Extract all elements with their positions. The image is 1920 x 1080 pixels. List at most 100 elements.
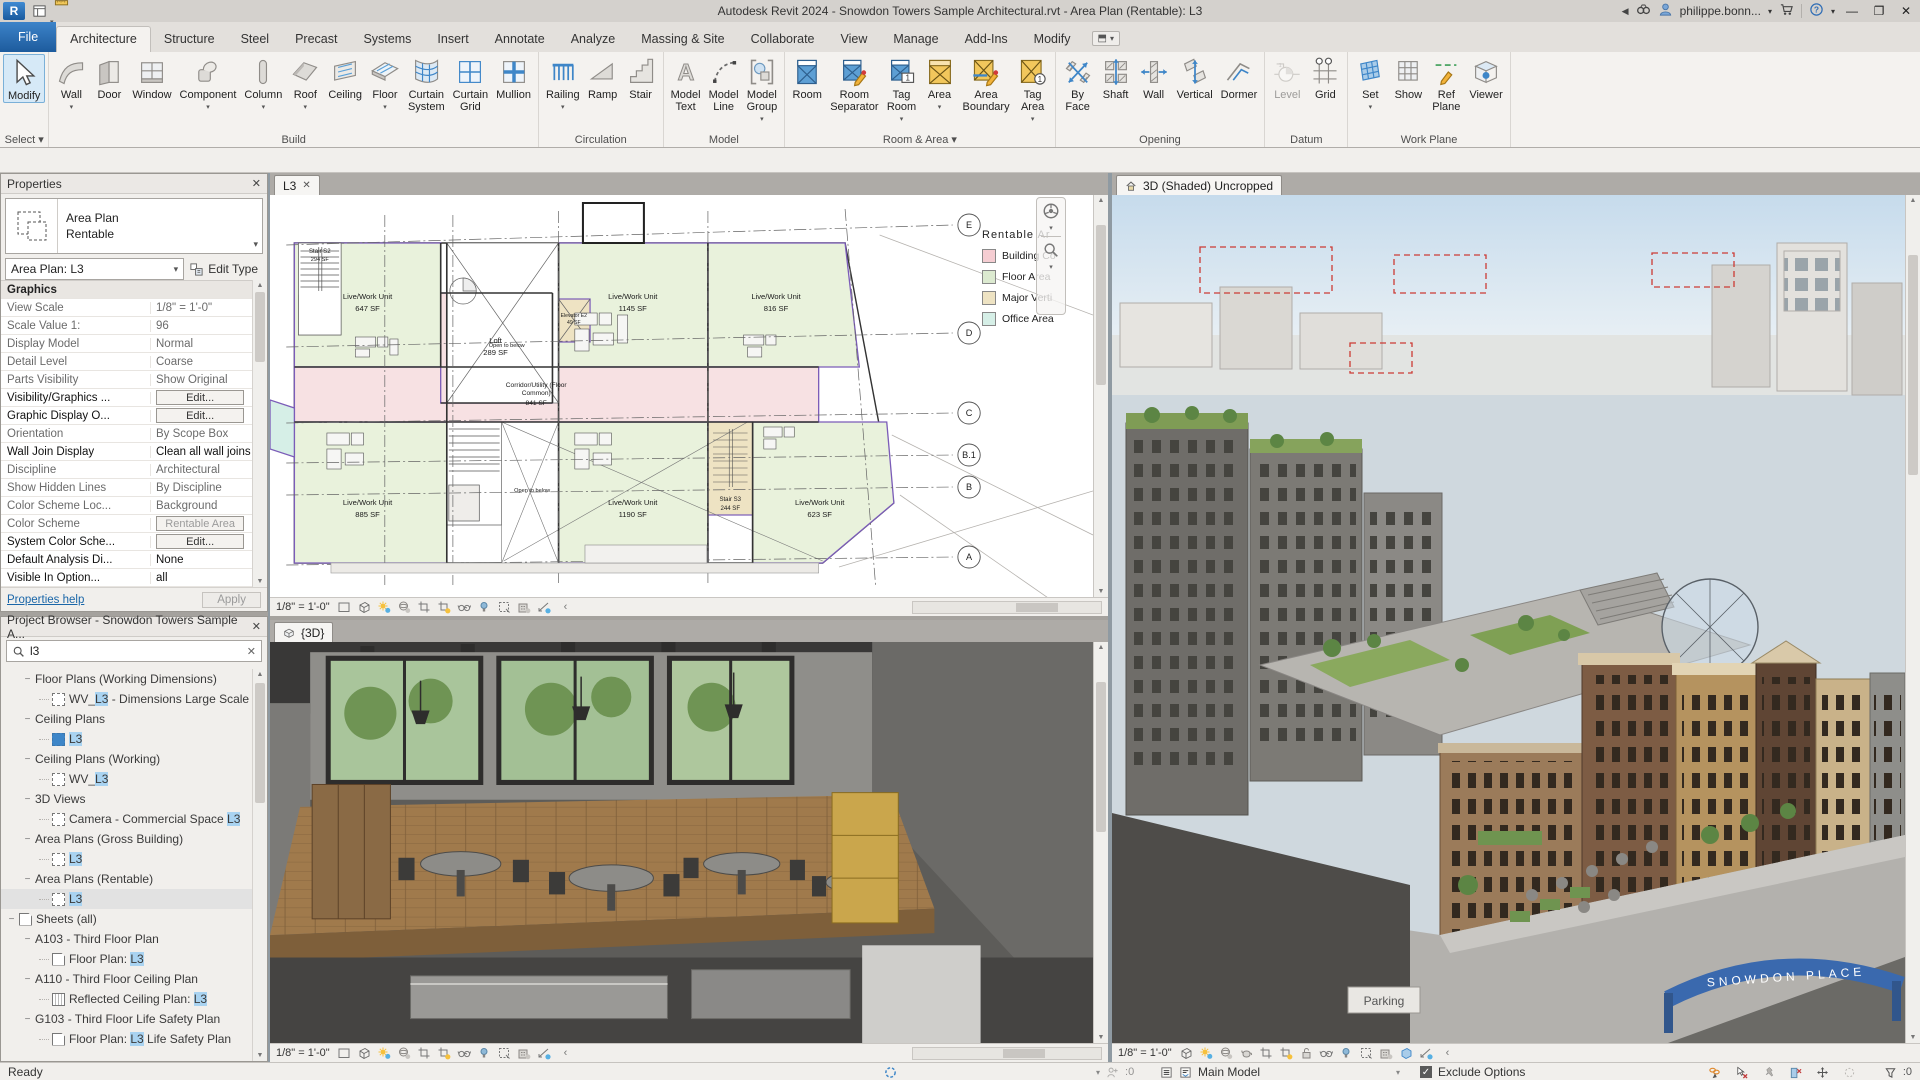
design-option-chevron[interactable]: ▾ xyxy=(1396,1063,1400,1080)
search-icon[interactable] xyxy=(1636,2,1651,20)
visual-style-icon[interactable] xyxy=(357,1046,371,1060)
crop-view-icon[interactable] xyxy=(417,1046,431,1060)
reveal-hidden-icon[interactable] xyxy=(457,1046,471,1060)
dropdown-chevron-icon[interactable]: ▾ xyxy=(383,102,387,114)
camera-view-tab[interactable]: {3D} xyxy=(274,622,334,642)
move-cursor-icon[interactable] xyxy=(1816,1066,1829,1079)
ribbon-tab-add-ins[interactable]: Add-Ins xyxy=(952,27,1021,52)
ribbon-tab-structure[interactable]: Structure xyxy=(151,27,228,52)
property-row[interactable]: Display Model Normal xyxy=(1,335,252,353)
model-line-button[interactable]: Model Line xyxy=(705,54,743,113)
dashed-circle-icon[interactable] xyxy=(1843,1066,1856,1079)
shaft-button[interactable]: Shaft xyxy=(1097,54,1135,101)
tree-collapse-icon[interactable]: − xyxy=(23,794,32,805)
tree-view-item[interactable]: WV_L3 - Dimensions Large Scale xyxy=(1,689,252,709)
browser-scrollbar[interactable]: ▲ ▼ xyxy=(252,669,267,1061)
displace-elements-icon[interactable] xyxy=(1419,1046,1433,1060)
shadows-toggle-icon[interactable] xyxy=(397,600,411,614)
vertical-button[interactable]: Vertical xyxy=(1173,54,1217,101)
ribbon-tab-annotate[interactable]: Annotate xyxy=(482,27,558,52)
property-group-graphics[interactable]: Graphics xyxy=(1,281,252,299)
area-button[interactable]: Area ▾ xyxy=(921,54,959,114)
tag-room-button[interactable]: 1 Tag Room ▾ xyxy=(883,54,921,126)
property-value[interactable]: None xyxy=(151,554,252,566)
panel-label[interactable]: Room & Area ▾ xyxy=(785,133,1054,146)
shaded-vertical-scrollbar[interactable]: ▲ ▼ xyxy=(1905,195,1920,1043)
property-row[interactable]: Color Scheme Rentable Area xyxy=(1,515,252,533)
curtain-grid-button[interactable]: Curtain Grid xyxy=(449,54,492,113)
chain-select-icon[interactable] xyxy=(1708,1066,1721,1079)
worksets-group[interactable]: ▾ :0 xyxy=(1096,1063,1134,1080)
displace-elements-icon[interactable] xyxy=(537,600,551,614)
tree-view-item[interactable]: L3 xyxy=(1,729,252,749)
property-row[interactable]: Orientation By Scope Box xyxy=(1,425,252,443)
panel-label[interactable]: Opening xyxy=(1056,134,1265,146)
ribbon-tab-modify[interactable]: Modify xyxy=(1021,27,1084,52)
tree-category[interactable]: −3D Views xyxy=(1,789,252,809)
tree-category[interactable]: − Area Plans (Rentable) xyxy=(1,869,252,889)
ribbon-tab-precast[interactable]: Precast xyxy=(282,27,350,52)
tree-collapse-icon[interactable]: − xyxy=(23,834,32,845)
room-button[interactable]: Room xyxy=(788,54,826,101)
left-splitter[interactable] xyxy=(268,173,270,1062)
tree-view-item[interactable]: Floor Plan: L3 Life Safety Plan xyxy=(1,1029,252,1049)
model-text-button[interactable]: A Model Text xyxy=(667,54,705,113)
wall-button[interactable]: Wall ▾ xyxy=(52,54,90,114)
selection-box-icon[interactable] xyxy=(497,600,511,614)
panel-label[interactable]: Model xyxy=(664,134,785,146)
help-menu-chevron[interactable]: ▾ xyxy=(1831,7,1835,16)
door-unselect-icon[interactable] xyxy=(1789,1066,1802,1079)
plan-tab-close-icon[interactable]: ✕ xyxy=(302,180,310,191)
crop-view-icon[interactable] xyxy=(417,600,431,614)
property-row[interactable]: Default Analysis Di... None xyxy=(1,551,252,569)
tree-view-item[interactable]: Floor Plan: L3 xyxy=(1,949,252,969)
property-row[interactable]: Parts Visibility Show Original xyxy=(1,371,252,389)
property-row[interactable]: Color Scheme Loc... Background xyxy=(1,497,252,515)
status-mini-icons[interactable] xyxy=(884,1063,897,1080)
modify-button[interactable]: Modify xyxy=(3,54,46,103)
tree-collapse-icon[interactable]: − xyxy=(23,874,32,885)
panel-label[interactable]: Work Plane xyxy=(1348,134,1509,146)
exclude-options-checkbox[interactable]: ✓ xyxy=(1420,1066,1432,1078)
dropdown-chevron-icon[interactable]: ▾ xyxy=(760,114,764,126)
panel-label[interactable]: Select ▾ xyxy=(0,133,48,146)
signed-in-user[interactable]: philippe.bonn... xyxy=(1680,4,1761,18)
revit-logo-icon[interactable]: R xyxy=(3,2,25,20)
scroll-left-chevron[interactable]: ‹ xyxy=(564,601,568,613)
shaded-canvas[interactable]: Parking SNOWDON PLACE xyxy=(1112,195,1905,1043)
sun-settings-icon[interactable] xyxy=(377,600,391,614)
ceiling-button[interactable]: Ceiling xyxy=(324,54,366,101)
shaded-scale[interactable]: 1/8" = 1'-0" xyxy=(1118,1047,1172,1059)
plan-scale[interactable]: 1/8" = 1'-0" xyxy=(276,601,330,613)
tree-view-item[interactable]: L3 xyxy=(1,849,252,869)
project-browser-close-icon[interactable]: ✕ xyxy=(252,620,261,633)
cube-view-icon[interactable] xyxy=(1399,1046,1413,1060)
tree-view-item[interactable]: L3 xyxy=(1,889,252,909)
element-selector[interactable]: Area Plan: L3 ▾ xyxy=(5,258,185,280)
camera-vertical-scrollbar[interactable]: ▲ ▼ xyxy=(1093,642,1108,1043)
property-value[interactable]: Edit... xyxy=(151,390,252,405)
viewer-button[interactable]: Viewer xyxy=(1465,54,1506,101)
tree-category[interactable]: − Sheets (all) xyxy=(1,909,252,929)
dormer-button[interactable]: Dormer xyxy=(1217,54,1262,101)
plan-horizontal-scrollbar[interactable] xyxy=(912,600,1102,614)
worksharing-display-icon[interactable] xyxy=(517,1046,531,1060)
property-row[interactable]: Show Hidden Lines By Discipline xyxy=(1,479,252,497)
wall-button[interactable]: Wall xyxy=(1135,54,1173,101)
crop-box-icon[interactable] xyxy=(337,1046,351,1060)
window-button[interactable]: Window xyxy=(128,54,175,101)
file-menu-icon[interactable] xyxy=(30,3,49,20)
grid-button[interactable]: Grid xyxy=(1306,54,1344,101)
displace-elements-icon[interactable] xyxy=(537,1046,551,1060)
property-row[interactable]: Visible In Option... all xyxy=(1,569,252,587)
visual-style-icon[interactable] xyxy=(1179,1046,1193,1060)
plan-view-tab[interactable]: L3 ✕ xyxy=(274,175,320,195)
selection-toggle-icons[interactable] xyxy=(1700,1063,1856,1080)
dropdown-chevron-icon[interactable]: ▾ xyxy=(938,102,942,114)
property-value[interactable]: Rentable Area xyxy=(151,516,252,531)
property-value[interactable]: Coarse xyxy=(151,356,252,368)
temporary-hide-icon[interactable] xyxy=(477,1046,491,1060)
plan-canvas[interactable]: E D C B.1 B A Stair S2 294 SF Live/Work … xyxy=(270,195,1093,597)
panel-chooser[interactable]: ⬒ ▾ xyxy=(1091,31,1120,46)
ribbon-tab-massing-site[interactable]: Massing & Site xyxy=(628,27,737,52)
